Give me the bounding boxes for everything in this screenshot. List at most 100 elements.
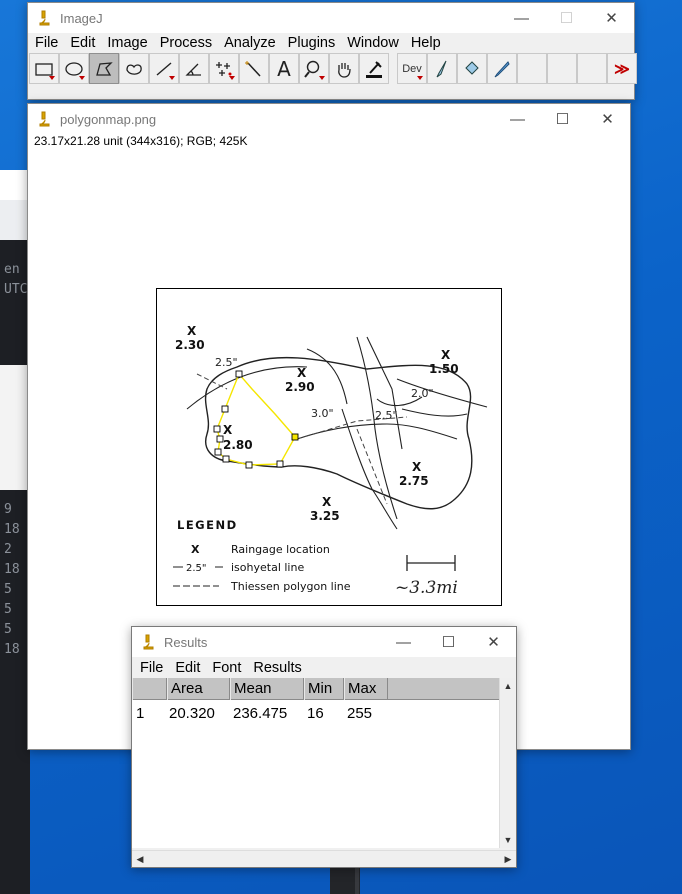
maximize-button[interactable]: ☐ — [540, 104, 585, 134]
close-button[interactable]: ✕ — [471, 627, 516, 657]
terminal-line: 18 — [4, 642, 20, 657]
freehand-icon — [126, 63, 142, 75]
menu-file[interactable]: File — [134, 660, 169, 676]
maximize-button[interactable]: ☐ — [426, 627, 471, 657]
microscope-icon — [143, 634, 154, 650]
cell-max: 255 — [347, 705, 373, 722]
station-marker: X — [223, 423, 233, 437]
text-tool-icon: A — [277, 56, 291, 81]
angle-tool[interactable] — [179, 53, 209, 84]
scale-label: ~3.3mi — [395, 578, 458, 598]
column-header-area[interactable]: Area — [167, 678, 230, 700]
window-controls: — ☐ ✕ — [495, 104, 630, 134]
window-controls: — ☐ ✕ — [499, 3, 634, 33]
menu-plugins[interactable]: Plugins — [282, 35, 342, 51]
dev-tool[interactable]: Dev — [397, 53, 427, 84]
color-picker-tool[interactable] — [359, 53, 389, 84]
angle-icon — [185, 63, 201, 76]
legend-item: Raingage location — [231, 543, 330, 556]
menu-edit[interactable]: Edit — [169, 660, 206, 676]
scroll-right-arrow-icon[interactable]: ▶ — [500, 851, 516, 867]
background-terminal: en UTC 9 [ 18 2 [ 18 5 [ 5 [ 5 [ 18 — [0, 240, 35, 894]
magnifier-tool[interactable] — [299, 53, 329, 84]
terminal-line: UTC — [4, 282, 28, 297]
line-icon — [156, 61, 172, 76]
empty-tool-slot — [577, 53, 607, 84]
menu-edit[interactable]: Edit — [64, 35, 101, 51]
polygon-map-image: X 2.30 X 2.90 X 1.50 X 2.80 X 2.75 X 3.2… — [173, 324, 488, 598]
close-button[interactable]: ✕ — [589, 3, 634, 33]
menu-process[interactable]: Process — [154, 35, 218, 51]
station-marker: X — [187, 324, 197, 338]
eyedropper-icon — [366, 60, 382, 78]
horizontal-scrollbar[interactable]: ◀ ▶ — [132, 850, 516, 866]
terminal-line: 18 — [4, 562, 20, 577]
oval-icon — [65, 61, 83, 76]
legend-marker: X — [191, 543, 200, 556]
flood-fill-tool[interactable] — [457, 53, 487, 84]
pencil-tool[interactable] — [487, 53, 517, 84]
station-marker: X — [412, 460, 422, 474]
multipoint-icon — [216, 61, 232, 76]
column-header-min[interactable]: Min — [304, 678, 344, 700]
menu-results[interactable]: Results — [247, 660, 307, 676]
image-canvas[interactable]: X 2.30 X 2.90 X 1.50 X 2.80 X 2.75 X 3.2… — [156, 288, 502, 606]
results-menu-bar: File Edit Font Results — [132, 657, 516, 679]
maximize-button[interactable]: ☐ — [544, 3, 589, 33]
text-tool[interactable]: A — [269, 53, 299, 84]
freehand-tool[interactable] — [119, 53, 149, 84]
minimize-button[interactable]: — — [381, 627, 426, 657]
column-header-mean[interactable]: Mean — [230, 678, 304, 700]
station-label: 2.75 — [399, 474, 429, 488]
scroll-down-arrow-icon[interactable]: ▼ — [500, 832, 516, 848]
menu-help[interactable]: Help — [405, 35, 447, 51]
menu-file[interactable]: File — [29, 35, 64, 51]
minimize-button[interactable]: — — [495, 104, 540, 134]
brush-icon — [436, 60, 447, 77]
column-header-index[interactable] — [132, 678, 167, 700]
image-info-line: 23.17x21.28 unit (344x316); RGB; 425K — [34, 134, 248, 148]
legend-item: isohyetal line — [231, 561, 304, 574]
scroll-left-arrow-icon[interactable]: ◀ — [132, 851, 148, 867]
minimize-button[interactable]: — — [499, 3, 544, 33]
wand-tool[interactable] — [239, 53, 269, 84]
vertical-scrollbar[interactable]: ▲ ▼ — [499, 678, 515, 848]
hand-tool[interactable] — [329, 53, 359, 84]
imagej-menu-bar: File Edit Image Process Analyze Plugins … — [28, 33, 634, 53]
rectangle-tool[interactable] — [29, 53, 59, 84]
more-tools-icon: ≫ — [614, 60, 630, 78]
isohyet-label: 2.0" — [411, 387, 434, 400]
menu-analyze[interactable]: Analyze — [218, 35, 282, 51]
cell-mean: 236.475 — [233, 705, 288, 722]
wand-icon — [245, 60, 261, 77]
oval-tool[interactable] — [59, 53, 89, 84]
imagej-toolbar: A Dev ≫ — [28, 53, 637, 85]
cell-index: 1 — [136, 705, 145, 722]
more-tools-button[interactable]: ≫ — [607, 53, 637, 84]
window-controls: — ☐ ✕ — [381, 627, 516, 657]
scroll-up-arrow-icon[interactable]: ▲ — [500, 678, 516, 694]
station-label: 2.90 — [285, 380, 315, 394]
column-header-max[interactable]: Max — [344, 678, 388, 700]
microscope-icon — [39, 10, 50, 26]
empty-tool-slot — [547, 53, 577, 84]
results-table-body: 1 20.320 236.475 16 255 — [132, 700, 499, 848]
brush-tool[interactable] — [427, 53, 457, 84]
imagej-main-window: ImageJ — ☐ ✕ File Edit Image Process Ana… — [27, 2, 637, 100]
cell-area: 20.320 — [169, 705, 215, 722]
menu-window[interactable]: Window — [341, 35, 405, 51]
polygon-icon — [96, 61, 113, 76]
station-label: 2.80 — [223, 438, 253, 452]
legend-item: Thiessen polygon line — [230, 580, 351, 593]
line-tool[interactable] — [149, 53, 179, 84]
window-title: Results — [164, 634, 208, 650]
multipoint-tool[interactable] — [209, 53, 239, 84]
polygon-tool[interactable] — [89, 53, 119, 84]
pencil-icon — [494, 60, 510, 77]
window-title: polygonmap.png — [60, 111, 157, 127]
terminal-line: en — [4, 262, 20, 277]
menu-image[interactable]: Image — [101, 35, 153, 51]
menu-font[interactable]: Font — [206, 660, 247, 676]
station-marker: X — [322, 495, 332, 509]
close-button[interactable]: ✕ — [585, 104, 630, 134]
